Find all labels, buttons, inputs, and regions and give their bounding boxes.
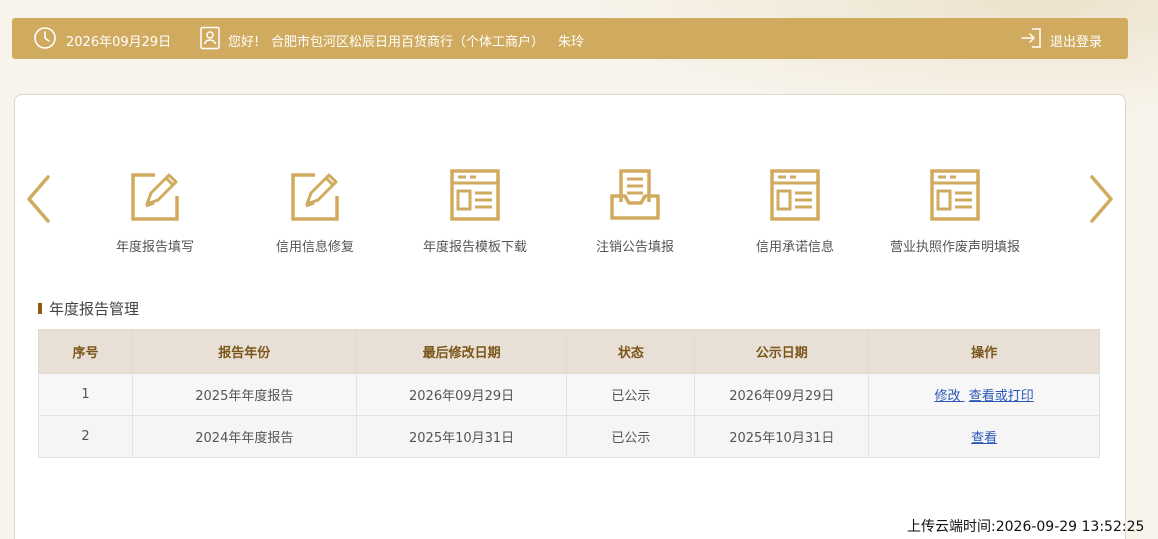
inbox-tray-icon xyxy=(610,169,660,220)
func-label: 信用信息修复 xyxy=(275,240,354,255)
func-license-void-statement[interactable]: 营业执照作废声明填报 xyxy=(880,166,1030,255)
func-label: 信用承诺信息 xyxy=(755,240,834,255)
section-title: 年度报告管理 xyxy=(38,298,139,319)
cell-publish: 2025年10月31日 xyxy=(694,415,870,458)
section-marker xyxy=(38,303,42,314)
cell-status: 已公示 xyxy=(566,373,696,416)
logout-icon[interactable] xyxy=(1020,26,1042,50)
user-card-icon xyxy=(199,26,221,50)
header-action: 操作 xyxy=(868,329,1100,374)
company-name: 合肥市包河区松辰日用百货商行（个体工商户） xyxy=(271,35,545,50)
func-cancel-notice[interactable]: 注销公告填报 xyxy=(560,166,710,255)
header-modified: 最后修改日期 xyxy=(355,329,568,374)
cell-action: 查看 xyxy=(868,415,1100,458)
header-status: 状态 xyxy=(566,329,696,374)
cell-year: 2025年年度报告 xyxy=(131,373,357,416)
table-row: 1 2025年年度报告 2026年09月29日 已公示 2026年09月29日 … xyxy=(38,373,1100,416)
cell-modified: 2025年10月31日 xyxy=(355,415,568,458)
func-label: 注销公告填报 xyxy=(595,240,674,255)
func-label: 年度报告填写 xyxy=(115,240,194,255)
current-date: 2026年09月29日 xyxy=(66,35,172,50)
page: 2026年09月29日 您好! 合肥市包河区松辰日用百货商行（个体工商户） 朱玲… xyxy=(0,0,1158,539)
view-link[interactable]: 查看 xyxy=(971,431,997,446)
template-doc-icon xyxy=(770,169,820,221)
cell-no: 1 xyxy=(38,373,133,416)
annual-report-table: 序号 报告年份 最后修改日期 状态 公示日期 操作 1 2025年年度报告 20… xyxy=(38,329,1100,458)
link-spacer xyxy=(960,389,964,404)
cell-year: 2024年年度报告 xyxy=(131,415,357,458)
cell-action: 修改 查看或打印 xyxy=(868,373,1100,416)
cell-no: 2 xyxy=(38,415,133,458)
edit-form-icon xyxy=(291,173,339,221)
template-doc-icon xyxy=(450,169,500,221)
cell-publish: 2026年09月29日 xyxy=(694,373,870,416)
view-print-link[interactable]: 查看或打印 xyxy=(969,389,1034,404)
person-name: 朱玲 xyxy=(558,35,585,50)
header-publish: 公示日期 xyxy=(694,329,870,374)
func-template-download[interactable]: 年度报告模板下载 xyxy=(400,166,550,255)
func-credit-commitment[interactable]: 信用承诺信息 xyxy=(720,166,870,255)
main-panel xyxy=(14,94,1126,539)
func-label: 营业执照作废声明填报 xyxy=(889,240,1020,255)
edit-form-icon xyxy=(131,173,179,221)
greeting: 您好! xyxy=(228,35,260,50)
clock-icon xyxy=(33,26,57,50)
carousel-next-arrow-icon[interactable] xyxy=(1086,174,1116,224)
upload-time: 上传云端时间:2026-09-29 13:52:25 xyxy=(907,519,1145,535)
edit-link[interactable]: 修改 xyxy=(934,389,960,404)
func-annual-report-fill[interactable]: 年度报告填写 xyxy=(80,166,230,255)
cell-modified: 2026年09月29日 xyxy=(355,373,568,416)
template-doc-icon xyxy=(930,169,980,221)
carousel-prev-arrow-icon[interactable] xyxy=(24,174,54,224)
cell-status: 已公示 xyxy=(566,415,696,458)
top-bar: 2026年09月29日 您好! 合肥市包河区松辰日用百货商行（个体工商户） 朱玲… xyxy=(12,18,1128,59)
table-row: 2 2024年年度报告 2025年10月31日 已公示 2025年10月31日 … xyxy=(38,415,1100,458)
header-no: 序号 xyxy=(38,329,133,374)
func-label: 年度报告模板下载 xyxy=(422,240,527,255)
table-header-row: 序号 报告年份 最后修改日期 状态 公示日期 操作 xyxy=(38,329,1100,374)
header-year: 报告年份 xyxy=(131,329,357,374)
func-credit-repair[interactable]: 信用信息修复 xyxy=(240,166,390,255)
logout-link[interactable]: 退出登录 xyxy=(1050,31,1102,50)
section-title-text: 年度报告管理 xyxy=(49,300,140,318)
